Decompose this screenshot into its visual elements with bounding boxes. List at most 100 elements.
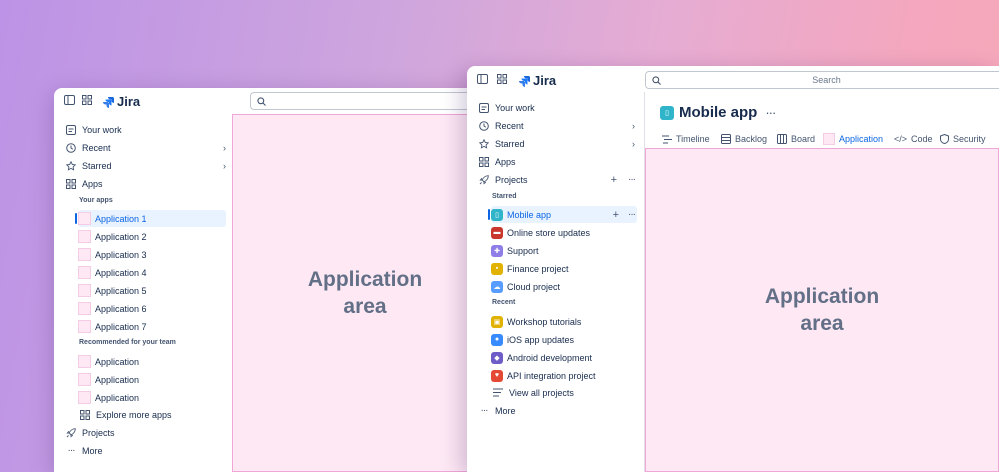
project-item-api-integration-project[interactable]: ♥ API integration project xyxy=(491,367,637,384)
nav-starred[interactable]: Starred › xyxy=(477,135,635,152)
app-placeholder-icon xyxy=(78,391,91,404)
add-icon[interactable]: + xyxy=(613,209,619,221)
nav-your-work[interactable]: Your work xyxy=(64,121,226,138)
jira-logo[interactable]: Jira xyxy=(102,94,140,109)
app-area-line-2: area xyxy=(343,295,387,318)
jira-window-apps: Jira Search Your work Recent › Starred ›… xyxy=(54,88,494,472)
rocket-icon xyxy=(64,427,78,438)
nav-label: Recent xyxy=(82,142,111,153)
jira-logo-icon xyxy=(519,75,530,87)
explore-more-apps-link[interactable]: Explore more apps xyxy=(78,406,226,423)
tab-timeline[interactable]: Timeline xyxy=(662,129,710,149)
recommended-app-item[interactable]: Application xyxy=(78,353,226,370)
tab-code[interactable]: </> Code xyxy=(894,129,933,149)
app-item-application-4[interactable]: Application 4 xyxy=(78,264,226,281)
tab-backlog[interactable]: Backlog xyxy=(721,129,767,149)
view-all-label: View all projects xyxy=(509,387,574,398)
app-label: Application 7 xyxy=(95,321,147,332)
sidebar-toggle-icon[interactable] xyxy=(64,95,75,105)
project-item-ios-app-updates[interactable]: ● iOS app updates xyxy=(491,331,637,348)
chevron-right-icon[interactable]: › xyxy=(632,139,635,149)
project-item-support[interactable]: ✚ Support xyxy=(491,242,637,259)
app-placeholder-icon xyxy=(78,373,91,386)
chevron-right-icon[interactable]: › xyxy=(223,143,226,153)
app-item-application-3[interactable]: Application 3 xyxy=(78,246,226,263)
nav-apps[interactable]: Apps xyxy=(64,175,226,192)
tab-security[interactable]: Security xyxy=(940,129,986,149)
search-icon xyxy=(257,96,266,106)
brand-name: Jira xyxy=(533,73,557,88)
project-item-mobile-app[interactable]: ▯ Mobile app + ··· xyxy=(488,206,637,223)
nav-projects[interactable]: Projects + ··· xyxy=(477,171,637,188)
app-item-application-7[interactable]: Application 7 xyxy=(78,318,226,335)
search-placeholder: Search xyxy=(812,75,841,85)
finance-project-icon: ▪ xyxy=(491,262,503,275)
search-input[interactable]: Search xyxy=(250,92,494,110)
app-item-application-6[interactable]: Application 6 xyxy=(78,300,226,317)
app-area-line-1: Application xyxy=(764,284,880,308)
recommended-app-item[interactable]: Application xyxy=(78,389,226,406)
app-area-line-1: Application xyxy=(307,267,423,291)
project-actions-icon[interactable]: ··· xyxy=(765,105,776,120)
projects-more-icon[interactable]: ··· xyxy=(628,174,636,185)
nav-your-work[interactable]: Your work xyxy=(477,99,639,116)
more-dots-icon: ··· xyxy=(480,405,489,416)
recommended-app-item[interactable]: Application xyxy=(78,371,226,388)
tab-label: Application xyxy=(839,134,884,144)
app-placeholder-icon xyxy=(78,248,91,261)
selected-indicator xyxy=(75,213,77,224)
app-placeholder-icon xyxy=(78,266,91,279)
app-placeholder-icon xyxy=(78,230,91,243)
search-input[interactable]: Search xyxy=(645,71,999,89)
tab-application[interactable]: Application xyxy=(823,129,884,150)
application-area: Application area xyxy=(645,148,999,472)
nav-apps[interactable]: Apps xyxy=(477,153,639,170)
nav-recent[interactable]: Recent › xyxy=(64,139,226,156)
api-project-icon: ♥ xyxy=(491,369,503,382)
tab-board[interactable]: Board xyxy=(777,129,815,149)
project-label: Mobile app xyxy=(507,209,552,220)
project-item-cloud-project[interactable]: ☁ Cloud project xyxy=(491,278,637,295)
android-project-icon: ◆ xyxy=(491,351,503,364)
nav-more[interactable]: ··· More xyxy=(477,402,639,419)
application-area: Application area xyxy=(232,114,494,472)
apps-icon xyxy=(78,409,92,420)
nav-projects[interactable]: Projects xyxy=(64,424,226,441)
app-item-application-1[interactable]: Application 1 xyxy=(75,210,226,227)
jira-logo[interactable]: Jira xyxy=(518,73,556,88)
nav-label: Your work xyxy=(495,102,535,113)
project-item-online-store-updates[interactable]: ▬ Online store updates xyxy=(491,224,637,241)
project-item-workshop-tutorials[interactable]: ▣ Workshop tutorials xyxy=(491,313,637,330)
app-placeholder-icon xyxy=(78,355,91,368)
board-icon xyxy=(777,134,787,144)
nav-more[interactable]: ··· More xyxy=(64,442,226,459)
nav-label: Starred xyxy=(82,160,112,171)
your-work-icon xyxy=(477,102,491,113)
nav-recent[interactable]: Recent › xyxy=(477,117,635,134)
add-project-icon[interactable]: + xyxy=(611,174,617,186)
app-item-application-5[interactable]: Application 5 xyxy=(78,282,226,299)
project-header: ▯ Mobile app ··· xyxy=(660,104,776,121)
explore-label: Explore more apps xyxy=(96,409,172,420)
backlog-icon xyxy=(721,134,731,144)
project-item-android-development[interactable]: ◆ Android development xyxy=(491,349,637,366)
project-label: Workshop tutorials xyxy=(507,316,582,327)
sidebar-toggle-icon[interactable] xyxy=(477,74,488,84)
app-label: Application 2 xyxy=(95,231,147,242)
nav-starred[interactable]: Starred › xyxy=(64,157,226,174)
app-switcher-icon[interactable] xyxy=(497,74,507,84)
tab-label: Security xyxy=(953,134,986,144)
section-heading-your-apps: Your apps xyxy=(79,197,113,204)
shield-icon xyxy=(940,134,949,144)
project-label: API integration project xyxy=(507,370,596,381)
app-switcher-icon[interactable] xyxy=(82,95,92,105)
nav-label: Projects xyxy=(495,174,528,185)
chevron-right-icon[interactable]: › xyxy=(223,161,226,171)
app-item-application-2[interactable]: Application 2 xyxy=(78,228,226,245)
view-all-projects-link[interactable]: View all projects xyxy=(491,384,637,401)
more-icon[interactable]: ··· xyxy=(628,209,636,220)
project-item-finance-project[interactable]: ▪ Finance project xyxy=(491,260,637,277)
project-label: Android development xyxy=(507,352,593,363)
chevron-right-icon[interactable]: › xyxy=(632,121,635,131)
project-label: Online store updates xyxy=(507,227,591,238)
